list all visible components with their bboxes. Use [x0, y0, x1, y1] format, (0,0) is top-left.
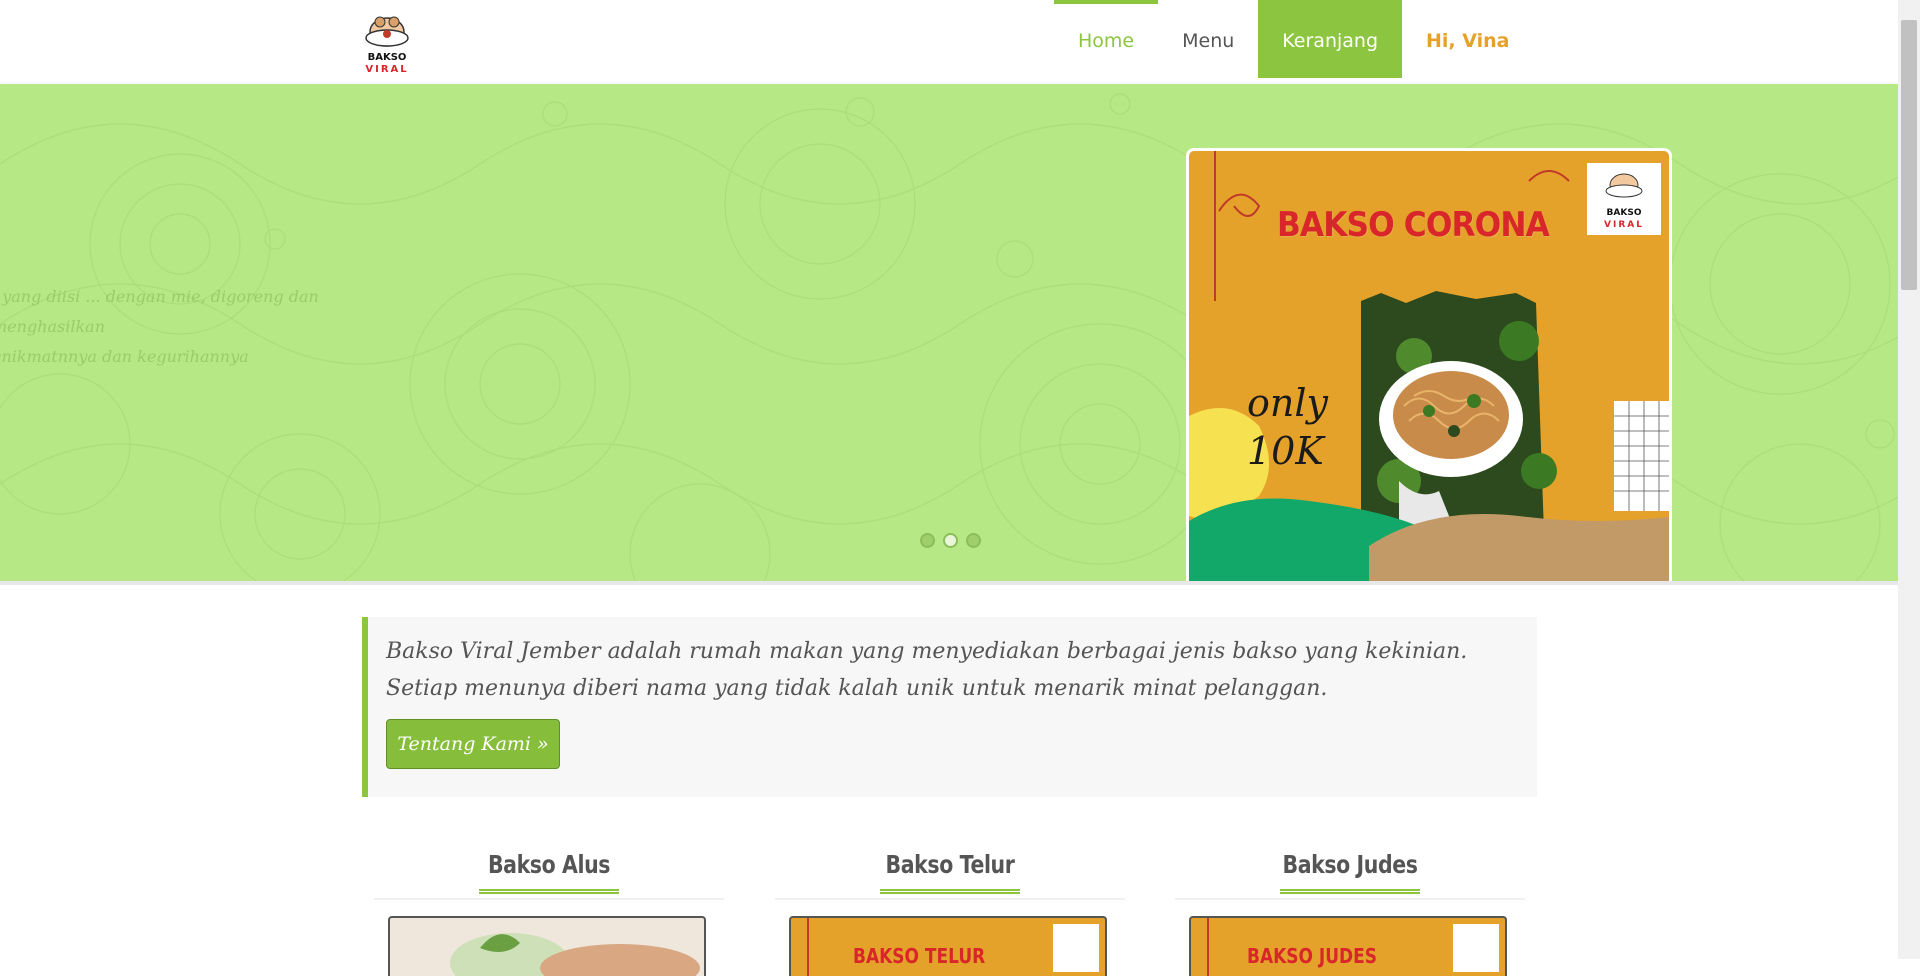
hero-faded-caption: i yang diisi ... dengan mie, digoreng da… [0, 287, 319, 366]
svg-text:BAKSO: BAKSO [368, 52, 407, 63]
product-card[interactable]: Bakso Alus [374, 850, 724, 976]
card-divider [775, 898, 1125, 900]
promo-logo: BAKSO VIRAL [1587, 163, 1661, 235]
hero-slider: i yang diisi ... dengan mie, digoreng da… [0, 84, 1898, 585]
product-title: Bakso Alus [487, 850, 611, 879]
slider-dots [920, 533, 981, 548]
svg-text:BAKSO: BAKSO [1607, 208, 1642, 218]
nav-menu[interactable]: Menu [1158, 0, 1258, 78]
page-scrollbar[interactable] [1898, 0, 1920, 959]
nav-home[interactable]: Home [1054, 0, 1159, 78]
title-underline [1280, 889, 1420, 894]
scrollbar-thumb[interactable] [1901, 20, 1917, 290]
promo-price: only 10K [1247, 381, 1328, 473]
product-card[interactable]: Bakso Telur BAKSO TELUR [775, 850, 1125, 976]
slider-dot-2[interactable] [943, 533, 958, 548]
about-us-button[interactable]: Tentang Kami » [386, 719, 560, 769]
product-thumbnail: BAKSO JUDES [1189, 916, 1507, 976]
nav-user-greeting[interactable]: Hi, Vina [1402, 0, 1533, 78]
slider-dot-1[interactable] [920, 533, 935, 548]
card-divider [1175, 898, 1525, 900]
title-underline [479, 889, 619, 894]
intro-text: Bakso Viral Jember adalah rumah makan ya… [386, 639, 1468, 701]
slider-dot-3[interactable] [966, 533, 981, 548]
site-header: BAKSO VIRAL Home Menu Keranjang Hi, Vina [0, 0, 1898, 82]
product-thumbnail: BAKSO TELUR [789, 916, 1107, 976]
product-title: Bakso Judes [1282, 850, 1418, 879]
title-underline [880, 889, 1020, 894]
svg-text:VIRAL: VIRAL [1604, 220, 1644, 230]
intro-section: Bakso Viral Jember adalah rumah makan ya… [362, 617, 1537, 797]
svg-text:VIRAL: VIRAL [365, 64, 408, 75]
product-title: Bakso Telur [885, 850, 1015, 879]
promo-banner[interactable]: BAKSO VIRAL BAKSO CORONA only 10K [1186, 148, 1672, 581]
product-card[interactable]: Bakso Judes BAKSO JUDES [1175, 850, 1525, 976]
main-nav: Home Menu Keranjang Hi, Vina [1054, 0, 1534, 78]
card-divider [374, 898, 724, 900]
promo-title: BAKSO CORONA [1277, 205, 1550, 245]
product-thumbnail [388, 916, 706, 976]
brand-logo[interactable]: BAKSO VIRAL [358, 8, 416, 76]
nav-cart[interactable]: Keranjang [1258, 0, 1403, 78]
